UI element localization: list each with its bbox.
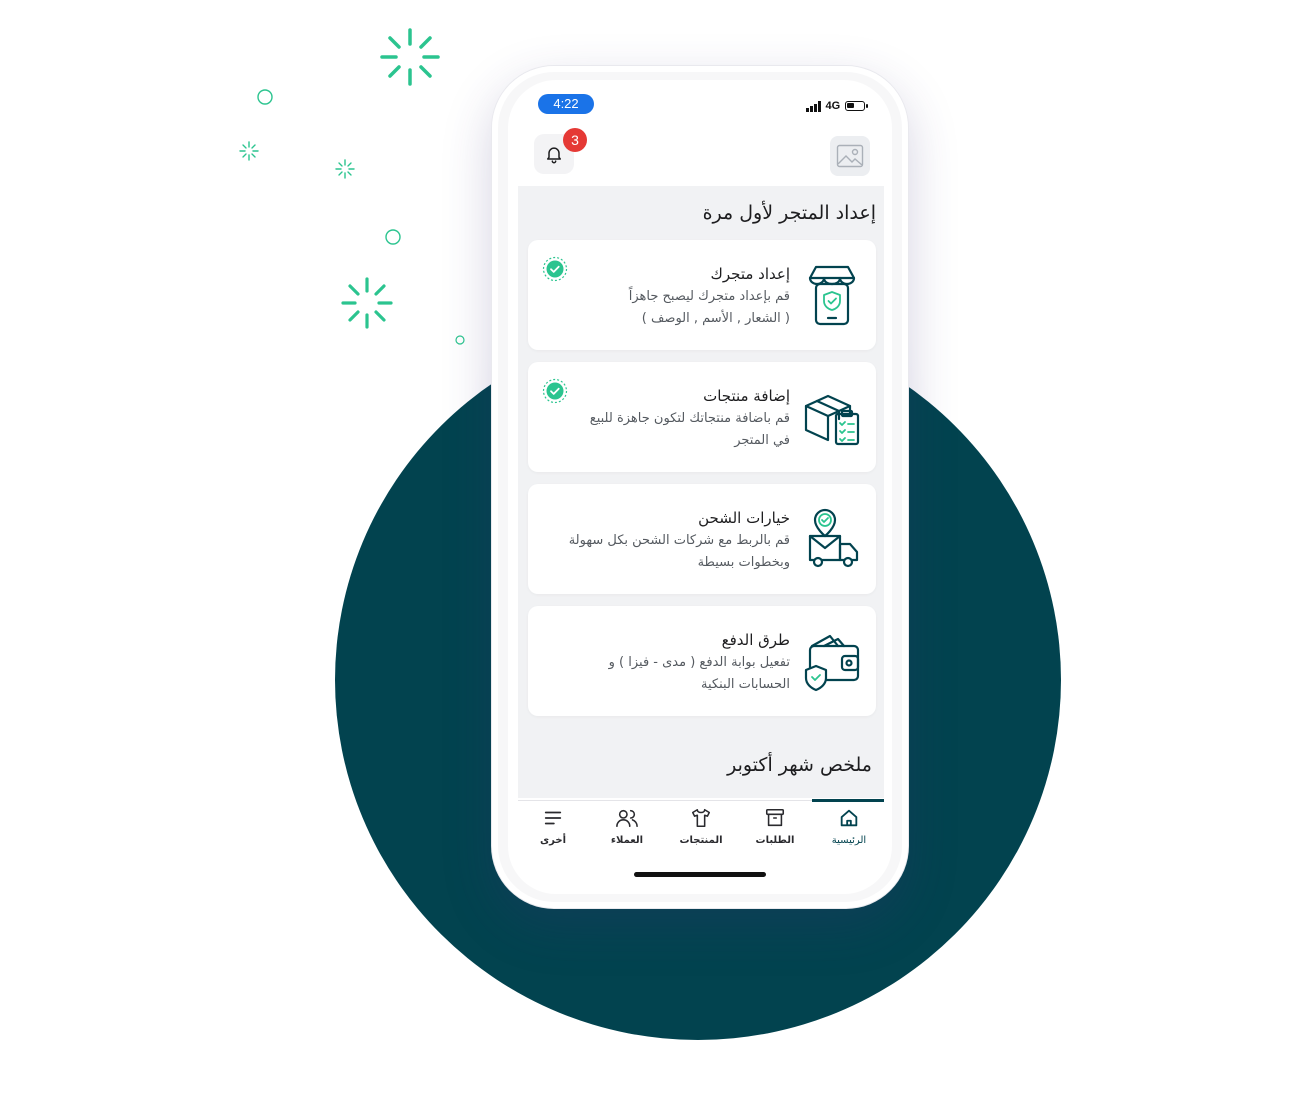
home-indicator [634,872,766,877]
bell-icon [547,147,561,164]
tab-orders[interactable]: الطلبات [740,807,810,857]
store-phone-icon [808,265,856,326]
home-icon [840,809,858,827]
tab-label: أخرى [539,835,567,846]
delivery-truck-icon [808,508,859,568]
tab-label: الرئيسية [831,835,867,846]
card-description: قم باضافة منتجاتك لتكون جاهزة للبيع [589,411,790,426]
card-text: إضافة منتجات قم باضافة منتجاتك لتكون جاه… [540,384,790,452]
main-content: إعداد المتجر لأول مرة إعداد متجرك قم بإع… [518,186,884,798]
phone-frame: 4:22 4G 3 إعداد المتجر لأول مرة إعداد مت… [492,66,908,908]
phone-screen: 4:22 4G 3 إعداد المتجر لأول مرة إعداد مت… [508,80,892,894]
archive-box-icon [765,808,785,827]
tab-label: المنتجات [679,835,723,846]
tab-products[interactable]: المنتجات [666,807,736,857]
card-description: قم بالربط مع شركات الشحن بكل سهولة [568,533,790,548]
confetti-burst-decoration [341,277,393,329]
network-type: 4G [825,100,841,112]
setup-card-payment[interactable]: طرق الدفع تفعيل بوابة الدفع ( مدى - فيزا… [528,606,876,716]
card-title: طرق الدفع [721,631,790,649]
card-description: وبخطوات بسيطة [697,555,790,570]
card-description: قم بإعداد متجرك ليصبح جاهزاً [628,289,790,304]
signal-icon [806,100,821,112]
setup-card-products[interactable]: إضافة منتجات قم باضافة منتجاتك لتكون جاه… [528,362,876,472]
sparkle-decoration [335,159,355,179]
card-title: إعداد متجرك [710,265,791,283]
ring-decoration [257,89,273,105]
setup-card-store[interactable]: إعداد متجرك قم بإعداد متجرك ليصبح جاهزاً… [528,240,876,350]
battery-icon [845,101,869,111]
card-description: الحسابات البنكية [701,677,790,692]
users-icon [616,809,638,828]
sparkle-decoration [239,141,259,161]
card-title: خيارات الشحن [698,509,790,527]
card-title: إضافة منتجات [703,387,790,405]
bottom-tab-bar: الرئيسية الطلبات المنتجات العملاء أخرى [518,799,884,860]
app-header: 3 [508,128,892,186]
summary-section-title: ملخص شهر أكتوبر [727,754,872,776]
menu-icon [544,811,562,825]
setup-section-title: إعداد المتجر لأول مرة [702,202,876,224]
tab-more[interactable]: أخرى [518,807,588,857]
card-description: تفعيل بوابة الدفع ( مدى - فيزا ) و [608,655,790,670]
image-placeholder-icon [836,144,864,168]
ring-decoration [385,229,401,245]
tab-label: العملاء [610,835,644,846]
status-indicators: 4G [806,98,869,114]
store-logo-placeholder[interactable] [830,136,870,176]
notification-badge: 3 [563,128,587,152]
active-tab-indicator [812,799,884,802]
confetti-burst-decoration [380,28,440,86]
tab-customers[interactable]: العملاء [592,807,662,857]
setup-card-shipping[interactable]: خيارات الشحن قم بالربط مع شركات الشحن بك… [528,484,876,594]
tab-home[interactable]: الرئيسية [814,807,884,857]
card-text: خيارات الشحن قم بالربط مع شركات الشحن بك… [540,506,790,574]
card-description: في المتجر [734,433,790,448]
card-text: طرق الدفع تفعيل بوابة الدفع ( مدى - فيزا… [540,628,790,696]
status-bar: 4:22 4G [508,80,892,130]
box-checklist-icon [804,394,860,446]
shirt-icon [691,808,711,828]
card-description: ( الشعار , الأسم , الوصف ) [641,311,790,326]
ring-decoration [455,335,465,345]
tab-label: الطلبات [755,835,795,846]
status-time: 4:22 [538,94,594,114]
card-text: إعداد متجرك قم بإعداد متجرك ليصبح جاهزاً… [540,262,790,330]
wallet-shield-icon [804,634,860,692]
